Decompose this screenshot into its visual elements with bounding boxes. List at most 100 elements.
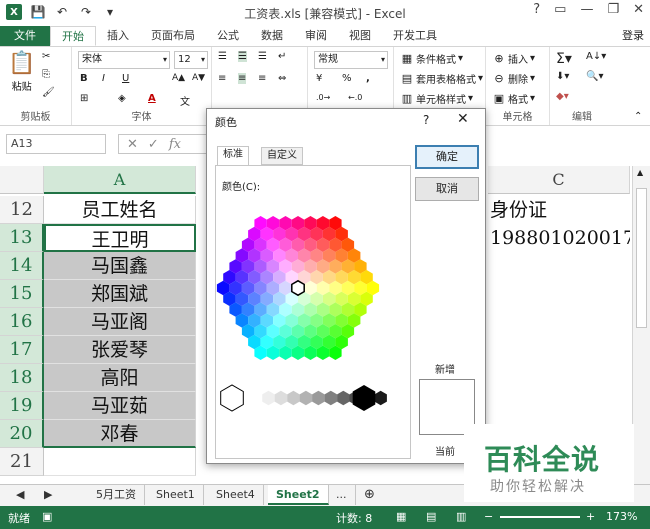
tab-view[interactable]: 视图 <box>338 26 382 46</box>
gray-swatch[interactable] <box>312 390 325 406</box>
cell[interactable]: 马亚阁 <box>44 308 196 336</box>
login-link[interactable]: 登录 <box>622 26 644 46</box>
normal-view-icon[interactable]: ▦ <box>396 510 406 523</box>
align-left-icon[interactable]: ≡ <box>218 73 226 84</box>
italic-button[interactable]: I <box>102 73 105 84</box>
tab-page-layout[interactable]: 页面布局 <box>140 26 206 46</box>
row-header[interactable]: 19 <box>0 392 44 420</box>
color-honeycomb[interactable] <box>216 188 412 418</box>
sort-filter-icon[interactable]: A↓▾ <box>586 51 606 62</box>
wrap-text-icon[interactable]: ↵ <box>278 51 286 62</box>
align-middle-icon[interactable]: ☰ <box>238 51 247 62</box>
conditional-format-button[interactable]: ▦ 条件格式 ▾ <box>400 51 463 67</box>
row-header[interactable]: 16 <box>0 308 44 336</box>
tab-custom[interactable]: 自定义 <box>261 147 303 165</box>
currency-icon[interactable]: ¥ <box>316 73 322 84</box>
row-header[interactable]: 14 <box>0 252 44 280</box>
font-name-select[interactable]: 宋体 ▾ <box>78 51 170 69</box>
gray-swatch[interactable] <box>337 390 350 406</box>
row-header[interactable]: 18 <box>0 364 44 392</box>
format-button[interactable]: ▣ 格式 ▾ <box>492 91 535 107</box>
vertical-scroll-thumb[interactable] <box>636 188 647 328</box>
name-box[interactable]: A13 <box>6 134 106 154</box>
active-cell[interactable]: 王卫明 <box>44 224 196 252</box>
column-header-c[interactable]: C <box>488 166 630 194</box>
cell[interactable]: 身份证 <box>488 196 630 224</box>
cell[interactable]: 高阳 <box>44 364 196 392</box>
align-top-icon[interactable]: ☰ <box>218 51 227 62</box>
collapse-ribbon-icon[interactable]: ⌃ <box>634 111 642 122</box>
phonetic-icon[interactable]: 文 <box>180 93 190 108</box>
paste-button[interactable]: 📋 粘贴 <box>8 51 35 93</box>
cancel-button[interactable]: 取消 <box>415 177 479 201</box>
cell[interactable] <box>44 448 196 476</box>
row-header[interactable]: 13 <box>0 224 44 252</box>
find-select-icon[interactable]: 🔍▾ <box>586 71 603 82</box>
align-bottom-icon[interactable]: ☰ <box>258 51 267 62</box>
cut-icon[interactable]: ✂ <box>42 51 50 62</box>
more-sheets-button[interactable]: ... <box>328 485 356 505</box>
gray-swatch[interactable] <box>287 390 300 406</box>
cell[interactable]: 员工姓名 <box>44 196 196 224</box>
copy-icon[interactable]: ⎘ <box>42 69 50 80</box>
tab-home[interactable]: 开始 <box>50 26 96 46</box>
sheet-tab[interactable]: 5月工资 <box>88 485 145 505</box>
help-icon[interactable]: ? <box>533 2 540 17</box>
increase-decimal-icon[interactable]: .0→ <box>316 93 330 102</box>
dialog-close-icon[interactable]: ✕ <box>457 111 469 127</box>
cancel-formula-icon[interactable]: ✕ <box>127 137 138 152</box>
merge-icon[interactable]: ⇔ <box>278 73 286 84</box>
fill-color-icon[interactable]: ◈ <box>118 93 126 104</box>
cell[interactable]: 郑国斌 <box>44 280 196 308</box>
cell[interactable]: 198801020017 <box>488 224 630 252</box>
font-size-select[interactable]: 12 ▾ <box>174 51 208 69</box>
gray-swatch[interactable] <box>262 390 275 406</box>
percent-button[interactable]: % <box>342 73 352 84</box>
gray-swatch[interactable] <box>274 390 288 406</box>
page-layout-view-icon[interactable]: ▤ <box>426 510 436 523</box>
close-icon[interactable]: ✕ <box>633 2 644 17</box>
zoom-slider[interactable] <box>500 516 580 518</box>
select-all-corner[interactable] <box>0 166 44 194</box>
table-format-button[interactable]: ▤ 套用表格格式 ▾ <box>400 71 483 87</box>
number-format-select[interactable]: 常规 ▾ <box>314 51 388 69</box>
tab-developer[interactable]: 开发工具 <box>382 26 448 46</box>
minimize-icon[interactable]: — <box>580 2 593 17</box>
sheet-tab[interactable]: Sheet1 <box>148 485 204 505</box>
cell[interactable]: 马国鑫 <box>44 252 196 280</box>
next-sheet-icon[interactable]: ▶ <box>36 485 60 505</box>
page-break-view-icon[interactable]: ▥ <box>456 510 466 523</box>
dialog-help-button[interactable]: ? <box>423 113 429 127</box>
tab-formulas[interactable]: 公式 <box>206 26 250 46</box>
gray-swatch[interactable] <box>374 390 387 406</box>
zoom-level[interactable]: 173% <box>606 510 637 523</box>
fill-icon[interactable]: ⬇▾ <box>556 71 569 82</box>
clear-icon[interactable]: ◆▾ <box>556 91 569 102</box>
row-header[interactable]: 12 <box>0 196 44 224</box>
cell[interactable]: 马亚茹 <box>44 392 196 420</box>
restore-icon[interactable]: ❐ <box>607 2 619 17</box>
decrease-decimal-icon[interactable]: ←.0 <box>348 93 362 102</box>
tab-standard[interactable]: 标准 <box>217 146 249 166</box>
gray-swatch[interactable] <box>299 390 313 406</box>
delete-button[interactable]: ⊖ 删除 ▾ <box>492 71 535 87</box>
sheet-tab-active[interactable]: Sheet2 <box>268 485 329 505</box>
ribbon-display-icon[interactable]: ▭ <box>554 2 566 17</box>
zoom-out-icon[interactable]: − <box>484 510 493 523</box>
bold-button[interactable]: B <box>80 73 88 84</box>
zoom-in-icon[interactable]: + <box>586 510 595 523</box>
tab-file[interactable]: 文件 <box>0 26 50 46</box>
tab-review[interactable]: 审阅 <box>294 26 338 46</box>
row-header[interactable]: 21 <box>0 448 44 476</box>
border-icon[interactable]: ⊞ <box>80 93 88 104</box>
font-color-icon[interactable]: A <box>148 93 156 104</box>
vertical-scrollbar[interactable]: ▲ <box>632 166 650 484</box>
scroll-up-icon[interactable]: ▲ <box>637 168 643 177</box>
shrink-font-icon[interactable]: A▼ <box>192 73 205 83</box>
underline-button[interactable]: U <box>122 73 129 84</box>
comma-button[interactable]: , <box>366 73 370 84</box>
black-swatch[interactable] <box>352 385 376 411</box>
tab-data[interactable]: 数据 <box>250 26 294 46</box>
prev-sheet-icon[interactable]: ◀ <box>8 485 32 505</box>
align-center-icon[interactable]: ≡ <box>238 73 247 84</box>
